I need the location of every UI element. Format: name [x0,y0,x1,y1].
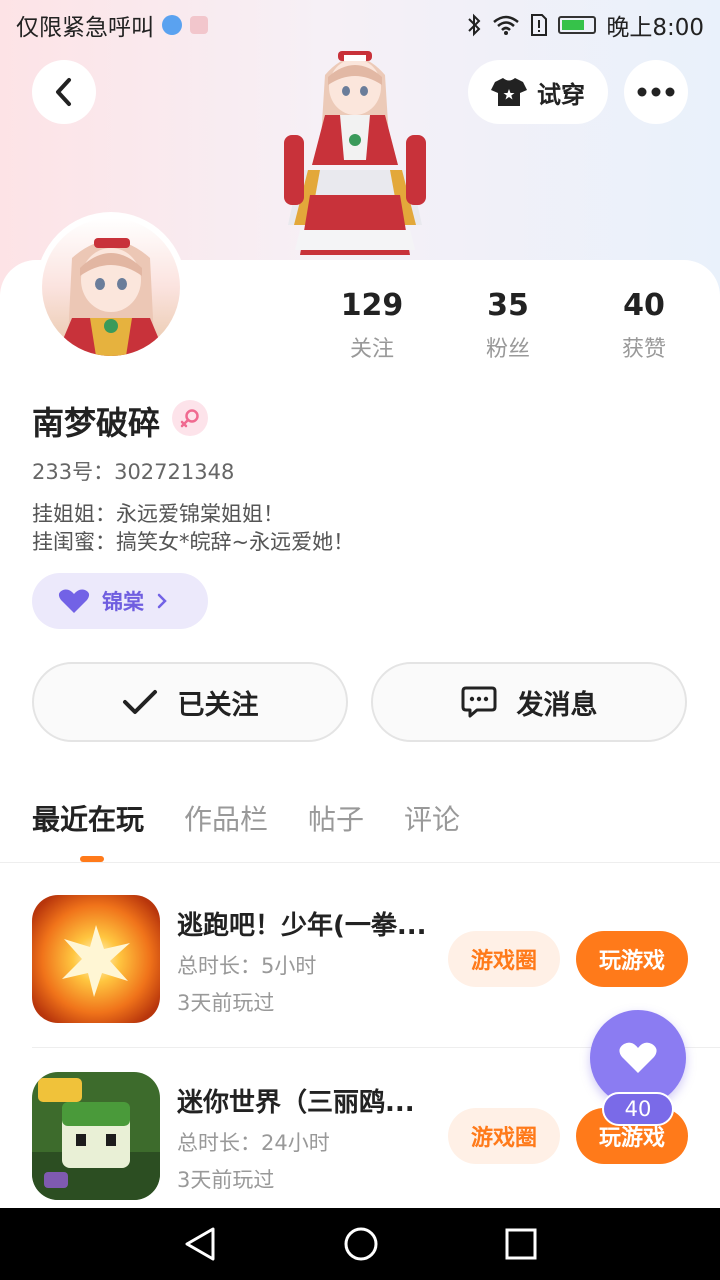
list-item[interactable]: 逃跑吧！少年(一拳... 总时长：5小时 3天前玩过 游戏圈 玩游戏 [0,895,720,1035]
avatar-image [42,218,180,356]
last-played: 3天前玩过 [177,991,275,1015]
play-game-button[interactable]: 玩游戏 [576,931,688,987]
fans-label: 粉丝 [485,337,530,362]
send-message-button[interactable]: 发消息 [371,662,687,742]
nav-home-icon[interactable] [343,1226,379,1262]
stat-likes[interactable]: 40 获赞 [584,288,704,363]
status-bar: 仅限紧急呼叫 晚上8:00 [0,0,720,50]
avatar-character-figure [284,51,426,255]
game-title: 逃跑吧！少年(一拳... [177,911,427,941]
back-button[interactable] [32,60,96,124]
likes-label: 获赞 [621,337,666,362]
wifi-icon [493,15,520,35]
avatar[interactable] [36,212,186,362]
more-options-button[interactable] [624,60,688,124]
try-on-button[interactable]: 试穿 [468,60,608,124]
like-count-badge: 40 [602,1092,674,1126]
stat-following[interactable]: 129 关注 [312,288,432,363]
chevron-left-icon [56,78,71,106]
system-navigation-bar [0,1208,720,1280]
game-icon [32,1072,160,1200]
heart-icon [619,1042,657,1073]
user-id: 233号：302721348 [32,460,235,484]
stat-fans[interactable]: 35 粉丝 [448,288,568,363]
following-label: 关注 [349,337,394,362]
more-dots-icon [637,87,675,97]
app-notification-icon [162,15,182,35]
tab-works[interactable]: 作品栏 [184,798,268,838]
chat-bubble-icon [461,686,496,718]
followed-button[interactable]: 已关注 [32,662,348,742]
following-count: 129 [340,288,404,323]
relationship-tag-label: 锦棠 [102,590,144,614]
fans-count: 35 [487,288,529,323]
game-circle-button[interactable]: 游戏圈 [448,931,560,987]
send-message-label: 发消息 [516,689,598,721]
try-on-label: 试穿 [537,80,585,109]
play-duration: 总时长：24小时 [177,1131,330,1155]
tab-comments[interactable]: 评论 [404,798,460,838]
carrier-text: 仅限紧急呼叫 [16,15,154,41]
divider [0,862,720,863]
profile-tabs: 最近在玩 作品栏 帖子 评论 [32,798,460,838]
bluetooth-icon [468,13,481,37]
followed-label: 已关注 [177,689,259,721]
game-icon [32,895,160,1023]
tshirt-icon [491,78,527,106]
clock-text: 晚上8:00 [606,15,704,41]
username: 南梦破碎 [32,404,161,442]
bio-line: 挂姐姐：永远爱锦棠姐姐！ [32,502,284,526]
game-title: 迷你世界（三丽鸥... [177,1088,415,1118]
game-circle-button[interactable]: 游戏圈 [448,1108,560,1164]
gallery-notification-icon [190,16,208,34]
tab-posts[interactable]: 帖子 [308,798,364,838]
nav-back-icon[interactable] [183,1226,217,1262]
tab-recently-played[interactable]: 最近在玩 [32,798,144,838]
bio: 挂姐姐：永远爱锦棠姐姐！ 挂闺蜜：搞笑女*皖辞~永远爱她！ [32,500,354,556]
female-gender-badge [172,400,208,436]
last-played: 3天前玩过 [177,1168,275,1192]
play-duration: 总时长：5小时 [177,954,317,978]
chevron-right-icon [157,593,167,609]
heart-icon [58,589,90,613]
female-icon [180,409,199,428]
relationship-tag[interactable]: 锦棠 [32,573,208,629]
bio-line: 挂闺蜜：搞笑女*皖辞~永远爱她！ [32,530,355,554]
sim-alert-icon [531,14,548,36]
nav-recents-icon[interactable] [505,1228,537,1260]
likes-count: 40 [623,288,665,323]
checkmark-icon [122,690,157,714]
battery-icon [558,16,597,34]
